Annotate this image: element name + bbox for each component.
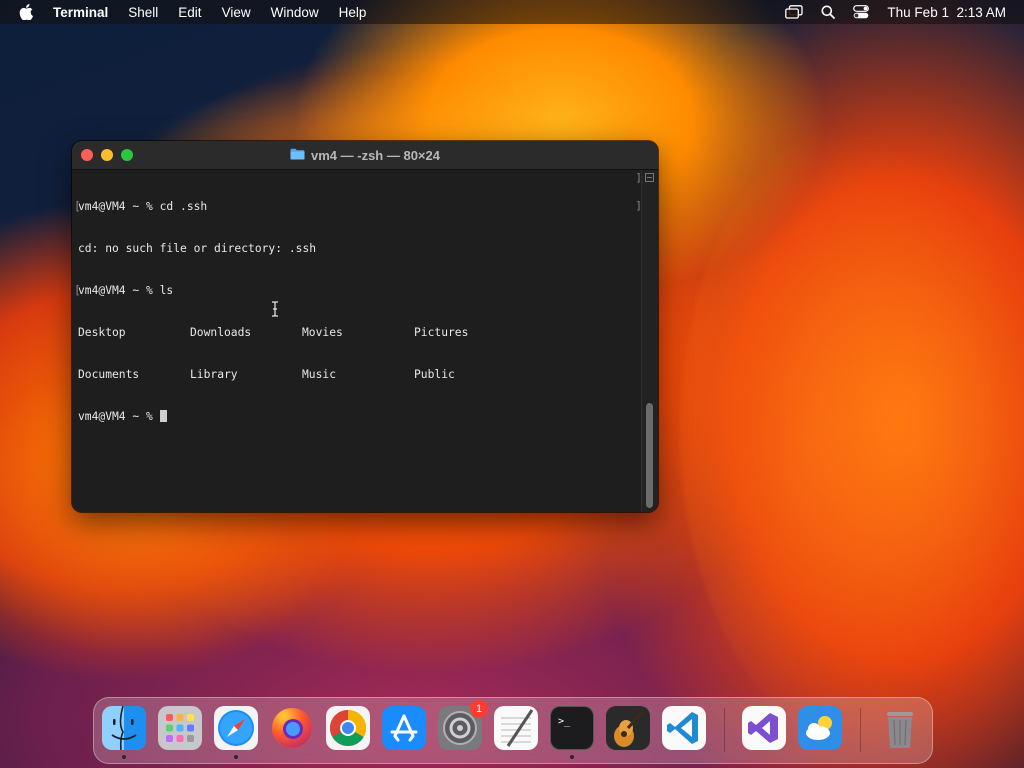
terminal-scrollbar[interactable] bbox=[641, 170, 658, 512]
ls-entry: Library bbox=[190, 368, 238, 381]
line-mark: [ bbox=[74, 284, 81, 297]
dock: 1 >_ bbox=[93, 697, 933, 764]
running-indicator bbox=[234, 755, 238, 759]
ls-output-row: Desktop Downloads Movies Pictures bbox=[78, 326, 642, 340]
apple-menu-icon[interactable] bbox=[19, 3, 35, 21]
weather-icon[interactable] bbox=[798, 706, 842, 750]
safari-icon[interactable] bbox=[214, 706, 258, 750]
terminal-line-text: vm4@VM4 ~ % cd .ssh bbox=[78, 200, 208, 213]
dock-separator bbox=[860, 708, 861, 752]
svg-text:>_: >_ bbox=[558, 716, 571, 727]
ls-entry: Music bbox=[302, 368, 337, 381]
running-indicator bbox=[122, 755, 126, 759]
ls-entry: Desktop bbox=[78, 326, 126, 339]
terminal-line-text: cd: no such file or directory: .ssh bbox=[78, 242, 317, 255]
menu-shell[interactable]: Shell bbox=[128, 5, 158, 20]
notification-badge: 1 bbox=[470, 700, 488, 718]
terminal-window: vm4 — -zsh — 80×24 [vm4@VM4 ~ % cd .ssh … bbox=[72, 141, 658, 512]
ls-entry: Public bbox=[414, 368, 455, 381]
ibeam-cursor-icon bbox=[229, 287, 280, 335]
window-titlebar[interactable]: vm4 — -zsh — 80×24 bbox=[72, 141, 658, 170]
ls-output-row: Documents Library Music Public bbox=[78, 368, 642, 382]
trash-icon[interactable] bbox=[878, 706, 922, 750]
window-title: vm4 — -zsh — 80×24 bbox=[72, 141, 658, 169]
ls-entry: Movies bbox=[302, 326, 343, 339]
terminal-line: [vm4@VM4 ~ % cd .ssh bbox=[74, 200, 642, 214]
firefox-icon[interactable] bbox=[270, 706, 314, 750]
terminal-line: [vm4@VM4 ~ % ls bbox=[74, 284, 642, 298]
visual-studio-icon[interactable] bbox=[742, 706, 786, 750]
menubar-clock[interactable]: Thu Feb 1 2:13 AM bbox=[887, 5, 1006, 20]
ls-entry: Pictures bbox=[414, 326, 469, 339]
terminal-prompt-line: vm4@VM4 ~ % bbox=[78, 410, 642, 424]
finder-icon[interactable] bbox=[102, 705, 146, 751]
running-indicator bbox=[570, 755, 574, 759]
window-title-text: vm4 — -zsh — 80×24 bbox=[311, 147, 440, 163]
spotlight-search-icon[interactable] bbox=[821, 5, 836, 19]
menu-bar: Terminal Shell Edit View Window Help Thu… bbox=[0, 0, 1024, 24]
textedit-icon[interactable] bbox=[494, 706, 538, 750]
terminal-output[interactable]: [vm4@VM4 ~ % cd .ssh cd: no such file or… bbox=[72, 170, 642, 512]
split-pane-icon[interactable] bbox=[645, 173, 654, 182]
menu-help[interactable]: Help bbox=[339, 5, 367, 20]
system-settings-icon[interactable]: 1 bbox=[438, 700, 488, 750]
menu-edit[interactable]: Edit bbox=[178, 5, 201, 20]
vscode-icon[interactable] bbox=[662, 706, 706, 750]
menu-app-name[interactable]: Terminal bbox=[53, 5, 108, 20]
screen-mirroring-icon[interactable] bbox=[785, 5, 804, 19]
menu-window[interactable]: Window bbox=[271, 5, 319, 20]
scrollbar-thumb[interactable] bbox=[646, 403, 653, 508]
launchpad-icon[interactable] bbox=[158, 706, 202, 750]
dock-separator bbox=[724, 708, 725, 752]
garageband-icon[interactable] bbox=[606, 706, 650, 750]
terminal-line-text: vm4@VM4 ~ % ls bbox=[78, 284, 174, 297]
app-store-icon[interactable] bbox=[382, 706, 426, 750]
terminal-icon[interactable]: >_ bbox=[550, 706, 594, 750]
chrome-icon[interactable] bbox=[326, 706, 370, 750]
line-mark: [ bbox=[74, 200, 81, 213]
ls-entry: Documents bbox=[78, 368, 140, 381]
menu-view[interactable]: View bbox=[222, 5, 251, 20]
text-cursor bbox=[159, 410, 167, 422]
terminal-prompt: vm4@VM4 ~ % bbox=[78, 410, 160, 423]
folder-icon bbox=[290, 148, 305, 163]
terminal-line: cd: no such file or directory: .ssh bbox=[78, 242, 642, 256]
control-center-icon[interactable] bbox=[853, 5, 870, 19]
